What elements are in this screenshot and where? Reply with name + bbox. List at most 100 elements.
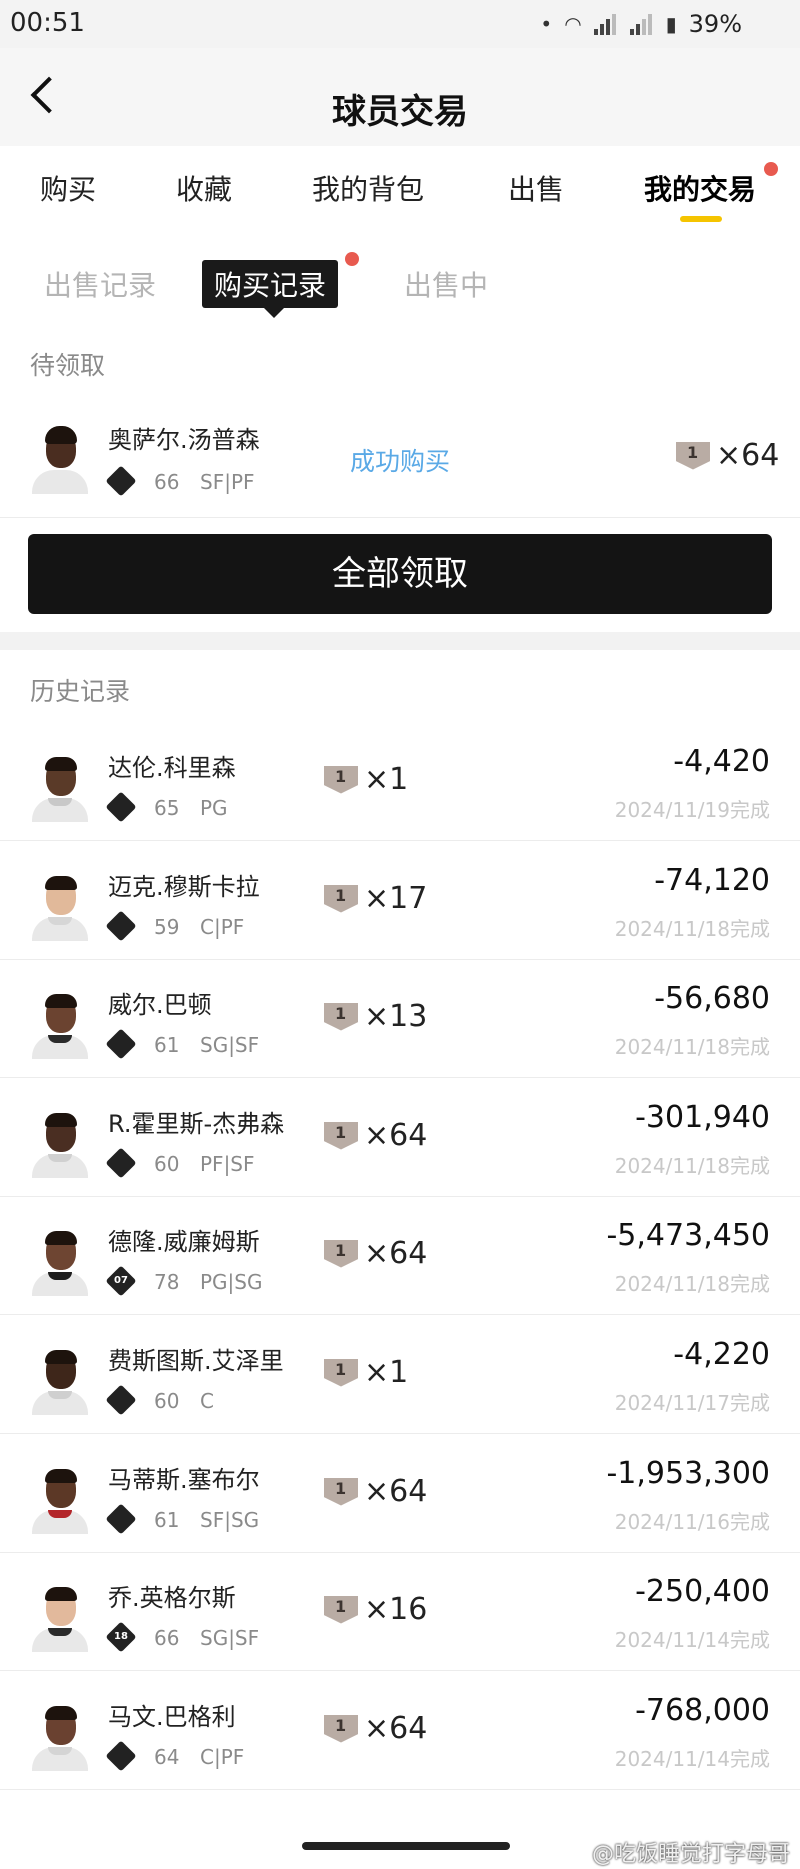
card-icon: 1 [324, 1477, 358, 1506]
completed-date: 2024/11/18完成 [614, 917, 770, 941]
player-position: C|PF [200, 1745, 245, 1769]
history-row[interactable]: 迈克.穆斯卡拉 59 C|PF 1 ×17 -74,120 2024/11/18完成 [0, 841, 800, 960]
card-icon: 1 [324, 884, 358, 913]
status-icons: • ◠ ▮ 39% [540, 10, 742, 38]
active-tab-indicator [680, 216, 722, 222]
history-row[interactable]: R.霍里斯-杰弗森 60 PF|SF 1 ×64 -301,940 2024/11/18完成 [0, 1078, 800, 1197]
player-rating: 61 [154, 1033, 180, 1057]
player-avatar [28, 1582, 92, 1652]
history-row[interactable]: 费斯图斯.艾泽里 60 C 1 ×1 -4,220 2024/11/17完成 [0, 1315, 800, 1434]
history-row[interactable]: 威尔.巴顿 61 SG|SF 1 ×13 -56,680 2024/11/18完成 [0, 959, 800, 1078]
tier-badge-icon [105, 465, 137, 497]
signal-icon [593, 13, 618, 35]
tab-buy[interactable]: 购买 [40, 168, 96, 208]
tier-badge-icon [105, 1503, 137, 1535]
quantity: ×1 [364, 762, 409, 797]
completed-date: 2024/11/16完成 [614, 1510, 770, 1534]
player-name: 达伦.科里森 [108, 754, 236, 782]
amount: -301,940 [635, 1100, 770, 1135]
player-avatar [28, 1345, 92, 1415]
watermark: @吃饭睡觉打字母哥 [591, 1842, 790, 1867]
player-position: SF|SG [200, 1508, 260, 1532]
player-name: 迈克.穆斯卡拉 [108, 873, 260, 901]
player-position: SG|SF [200, 1033, 260, 1057]
tier-badge-icon: 07 [105, 1265, 137, 1297]
tier-badge-icon: 18 [105, 1621, 137, 1653]
player-position: C [200, 1389, 214, 1413]
tab-sell[interactable]: 出售 [508, 168, 564, 208]
card-quantity: 1 ×1 [324, 762, 408, 797]
completed-date: 2024/11/19完成 [614, 798, 770, 822]
completed-date: 2024/11/17完成 [614, 1391, 770, 1415]
player-position: SG|SF [200, 1626, 260, 1650]
tier-badge-icon [105, 1028, 137, 1060]
history-row[interactable]: 乔.英格尔斯 18 66 SG|SF 1 ×16 -250,400 2024/11/14完成 [0, 1552, 800, 1671]
section-divider [0, 632, 800, 650]
player-position: C|PF [200, 915, 245, 939]
status-time: 00:51 [10, 8, 85, 38]
amount: -4,420 [673, 744, 770, 779]
card-icon: 1 [324, 1002, 358, 1031]
player-rating: 78 [154, 1270, 180, 1294]
amount: -5,473,450 [606, 1218, 770, 1253]
player-name: 马蒂斯.塞布尔 [108, 1466, 260, 1494]
subtab-sell-records[interactable]: 出售记录 [44, 264, 156, 304]
player-name: 威尔.巴顿 [108, 991, 212, 1019]
history-row[interactable]: 德隆.威廉姆斯 07 78 PG|SG 1 ×64 -5,473,450 2024/11/18… [0, 1196, 800, 1315]
player-avatar [28, 1701, 92, 1771]
status-text: 成功购买 [350, 447, 451, 476]
pending-section-label: 待领取 [30, 351, 106, 380]
tier-badge-icon [105, 1147, 137, 1179]
card-quantity: 1 ×1 [324, 1355, 408, 1390]
player-name: 费斯图斯.艾泽里 [108, 1347, 284, 1375]
completed-date: 2024/11/18完成 [614, 1272, 770, 1296]
player-position: PF|SF [200, 1152, 255, 1176]
subtab-buy-records[interactable]: 购买记录 [202, 260, 339, 318]
card-icon: 1 [676, 441, 710, 470]
card-icon: 1 [324, 1121, 358, 1150]
card-quantity: 1 ×64 [324, 1236, 427, 1271]
claim-all-button[interactable]: 全部领取 [28, 534, 772, 614]
amount: -74,120 [654, 863, 770, 898]
quantity: ×16 [364, 1592, 428, 1627]
card-icon: 1 [324, 1714, 358, 1743]
quantity: ×64 [716, 438, 780, 473]
tab-favorites[interactable]: 收藏 [176, 168, 232, 208]
pending-item[interactable]: 奥萨尔.汤普森 66 SF|PF 成功购买 1 ×64 [0, 400, 800, 518]
player-avatar [28, 1226, 92, 1296]
history-row[interactable]: 达伦.科里森 65 PG 1 ×1 -4,420 2024/11/19完成 [0, 722, 800, 841]
player-rating: 61 [154, 1508, 180, 1532]
tier-badge-icon [105, 1740, 137, 1772]
player-avatar [28, 752, 92, 822]
player-name: 德隆.威廉姆斯 [108, 1228, 260, 1256]
player-position: PG [200, 796, 228, 820]
player-avatar [28, 989, 92, 1059]
battery-icon: ▮ [665, 12, 677, 36]
tab-backpack[interactable]: 我的背包 [312, 168, 424, 208]
completed-date: 2024/11/18完成 [614, 1154, 770, 1178]
history-row[interactable]: 马文.巴格利 64 C|PF 1 ×64 -768,000 2024/11/14完成 [0, 1671, 800, 1790]
card-icon: 1 [324, 1595, 358, 1624]
player-rating: 64 [154, 1745, 180, 1769]
player-avatar [28, 1464, 92, 1534]
tier-badge-icon [105, 791, 137, 823]
quantity: ×64 [364, 1118, 428, 1153]
subtab-selling[interactable]: 出售中 [404, 264, 488, 304]
quantity: ×17 [364, 881, 428, 916]
player-rating: 59 [154, 915, 180, 939]
player-rating: 66 [154, 470, 180, 494]
quantity: ×64 [364, 1474, 428, 1509]
notification-badge [764, 162, 778, 176]
history-section-label: 历史记录 [30, 677, 131, 706]
history-row[interactable]: 马蒂斯.塞布尔 61 SF|SG 1 ×64 -1,953,300 2024/11/16完成 [0, 1434, 800, 1553]
tab-my-trades[interactable]: 我的交易 [644, 168, 756, 208]
card-icon: 1 [324, 1358, 358, 1387]
wifi-icon: ◠ [564, 12, 582, 36]
player-avatar [28, 1108, 92, 1178]
quantity: ×64 [364, 1711, 428, 1746]
quantity: ×64 [364, 1236, 428, 1271]
home-indicator[interactable] [302, 1842, 510, 1850]
player-avatar [28, 871, 92, 941]
player-rating: 66 [154, 1626, 180, 1650]
battery-percent: 39% [688, 10, 742, 38]
